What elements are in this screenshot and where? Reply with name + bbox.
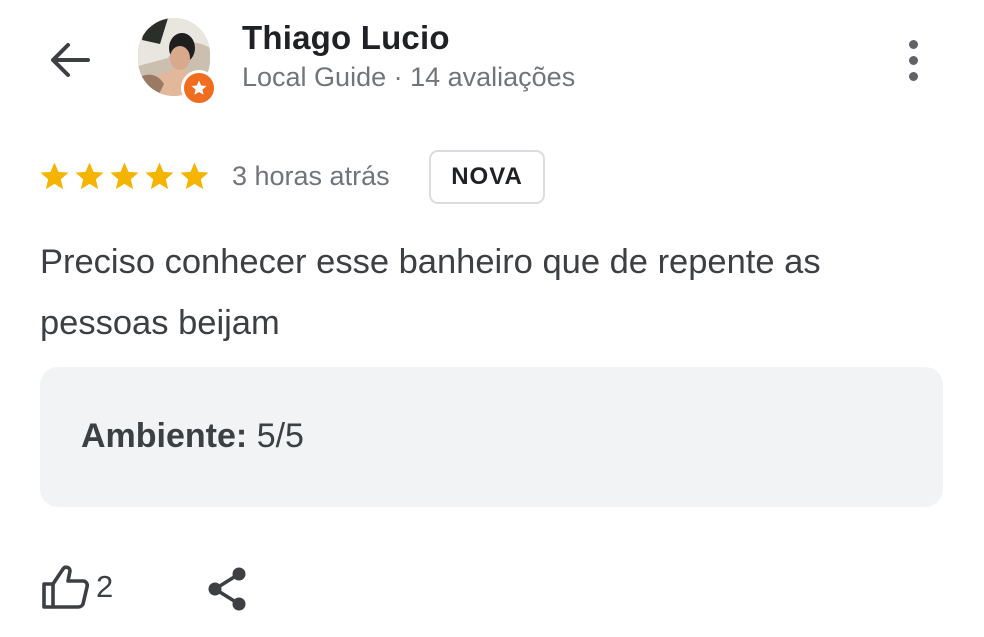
review-text: Preciso conhecer esse banheiro que de re… <box>40 243 821 342</box>
back-button[interactable] <box>40 30 100 90</box>
more-options-button[interactable] <box>890 32 936 88</box>
star-icon <box>40 162 69 190</box>
star-rating <box>38 160 211 193</box>
star-icon <box>145 162 174 190</box>
user-meta: Local Guide · 14 avaliações <box>242 62 576 92</box>
more-vert-icon <box>908 39 918 49</box>
star-icon <box>180 162 209 190</box>
attribute-label: Ambiente: <box>81 417 248 455</box>
star-icon <box>75 162 104 190</box>
new-badge: NOVA <box>429 150 545 204</box>
review-page: Thiago Lucio Local Guide · 14 avaliações… <box>0 0 984 637</box>
like-button[interactable]: 2 <box>40 560 113 614</box>
review-time: 3 horas atrás <box>232 161 390 191</box>
review-attributes-panel: Ambiente: 5/5 <box>40 367 943 507</box>
thumb-up-icon <box>42 565 90 609</box>
share-button[interactable] <box>204 564 250 614</box>
user-name[interactable]: Thiago Lucio <box>242 19 450 57</box>
arrow-left-icon <box>51 43 90 77</box>
like-count: 2 <box>96 569 114 604</box>
local-guide-star-icon <box>181 70 217 106</box>
attribute-value: 5/5 <box>256 417 304 455</box>
user-avatar[interactable] <box>135 18 217 106</box>
share-icon <box>208 567 246 611</box>
star-icon <box>110 162 139 190</box>
attribute-ambiente: Ambiente: 5/5 <box>81 417 304 456</box>
